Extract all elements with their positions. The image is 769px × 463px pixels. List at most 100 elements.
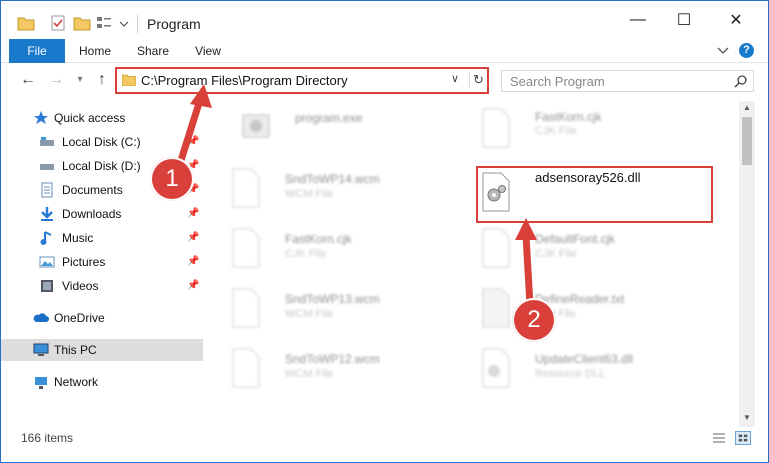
sidebar-item-music[interactable]: Music 📌 [1,227,203,249]
pin-icon: 📌 [187,232,200,243]
new-folder-icon[interactable] [73,14,91,32]
close-button[interactable]: ✕ [713,1,759,39]
scroll-up-icon[interactable]: ▲ [743,103,751,112]
address-bar[interactable]: C:\Program Files\Program Directory ∨ ↻ [115,67,489,94]
vertical-scrollbar[interactable]: ▲ ▼ [739,101,755,427]
list-item[interactable]: SndToWP12.wcm WCM File [221,343,461,401]
sidebar-item-quick-access[interactable]: Quick access [1,107,203,129]
search-input[interactable]: Search Program [501,70,754,92]
sidebar-item-label: Pictures [62,255,106,269]
scroll-down-icon[interactable]: ▼ [743,413,751,422]
search-placeholder: Search Program [510,74,605,89]
back-arrow-icon[interactable]: ← [19,71,37,89]
pin-icon: 📌 [187,256,200,267]
file-type: Resource DLL [535,368,606,380]
file-icon [482,108,510,148]
details-view-icon[interactable] [711,431,727,445]
sidebar-item-pictures[interactable]: Pictures 📌 [1,251,203,273]
sidebar-item-this-pc[interactable]: This PC [1,339,203,361]
recent-locations-icon[interactable]: ▾ [71,71,89,89]
sidebar-item-label: Network [54,375,99,389]
sidebar-item-onedrive[interactable]: OneDrive [1,307,203,329]
list-item[interactable]: program.exe [231,103,471,161]
tab-home[interactable]: Home [71,39,119,63]
tab-view[interactable]: View [187,39,229,63]
search-icon[interactable] [734,74,748,88]
minimize-button[interactable]: — [615,1,661,39]
list-item[interactable]: DefaultFont.cjk CJK File [471,223,711,281]
help-icon[interactable]: ? [739,43,754,58]
documents-icon [41,182,53,198]
up-arrow-icon[interactable]: ↑ [93,71,111,89]
status-bar: 166 items [1,427,768,449]
folder-icon [122,74,136,86]
drive-icon [40,164,54,170]
sidebar-item-local-disk-c[interactable]: Local Disk (C:) 📌 [1,131,203,153]
executable-icon [242,114,270,138]
sidebar-item-downloads[interactable]: Downloads 📌 [1,203,203,225]
file-name: DefaultFont.cjk [535,232,616,246]
sidebar-item-label: OneDrive [54,311,105,325]
file-type: WCM File [285,308,334,320]
item-count: 166 items [21,431,74,445]
chevron-down-icon[interactable] [119,14,129,32]
pin-icon: 📌 [187,136,200,147]
navigation-bar: ← → ▾ ↑ C:\Program Files\Program Directo… [1,63,768,99]
tab-share[interactable]: Share [129,39,177,63]
list-item[interactable]: DefineReader.txt Text File [471,283,711,341]
maximize-button[interactable]: ☐ [661,1,707,39]
list-item[interactable]: UpdateClient63.dll Resource DLL [471,343,711,401]
pin-icon: 📌 [187,208,200,219]
large-icons-view-icon[interactable] [735,431,751,445]
sidebar-item-label: This PC [54,343,97,357]
sidebar-item-label: Videos [62,279,99,293]
folder-icon[interactable] [17,14,35,32]
list-item[interactable]: SndToWP13.wcm WCM File [221,283,461,341]
file-icon [232,228,260,268]
drive-icon [40,137,54,146]
file-icon [232,348,260,388]
text-file-icon [482,288,510,328]
list-item[interactable]: FastKorn.cjk CJK File [471,103,711,161]
properties-icon[interactable] [49,14,67,32]
videos-icon [41,280,53,292]
pictures-icon [39,256,55,268]
file-name: SndToWP13.wcm [285,292,380,306]
divider [137,15,138,33]
file-name: FastKorn.cjk [535,110,602,124]
file-icon [482,228,510,268]
refresh-icon[interactable]: ↻ [469,71,487,89]
sidebar-item-label: Quick access [54,111,126,125]
address-path[interactable]: C:\Program Files\Program Directory [141,73,348,88]
sidebar-item-videos[interactable]: Videos 📌 [1,275,203,297]
sidebar-item-label: Local Disk (D:) [62,159,141,173]
scroll-thumb[interactable] [742,117,752,165]
file-name: program.exe [295,111,363,125]
title-bar: Program — ☐ ✕ [1,1,768,39]
ribbon-tabs: File Home Share View ? [1,39,768,97]
list-item[interactable]: SndToWP14.wcm WCM File [221,163,461,221]
computer-icon [33,343,49,356]
pin-icon: 📌 [187,280,200,291]
file-type: CJK File [535,248,577,260]
expand-ribbon-icon[interactable] [715,42,731,58]
file-icon [232,288,260,328]
sidebar-item-label: Music [62,231,94,245]
navigation-pane: Quick access Local Disk (C:) 📌 Local Dis… [1,101,203,427]
chevron-down-icon[interactable]: ∨ [451,72,459,85]
sidebar-item-label: Local Disk (C:) [62,135,141,149]
sidebar-item-network[interactable]: Network [1,371,203,393]
list-item[interactable]: FastKorn.cjk CJK File [221,223,461,281]
file-icon [232,168,260,208]
forward-arrow-icon[interactable]: → [47,71,65,89]
explorer-window: Program — ☐ ✕ File Home Share View ? ← →… [0,0,769,463]
step-badge-2: 2 [512,298,556,342]
file-name: SndToWP14.wcm [285,172,380,186]
network-icon [35,377,47,389]
file-name: SndToWP12.wcm [285,352,380,366]
file-type: CJK File [285,248,327,260]
view-options-icon[interactable] [95,14,113,32]
file-type: WCM File [285,368,334,380]
file-type: CJK File [535,125,577,137]
file-list: program.exe SndToWP14.wcm WCM File FastK… [211,101,739,427]
